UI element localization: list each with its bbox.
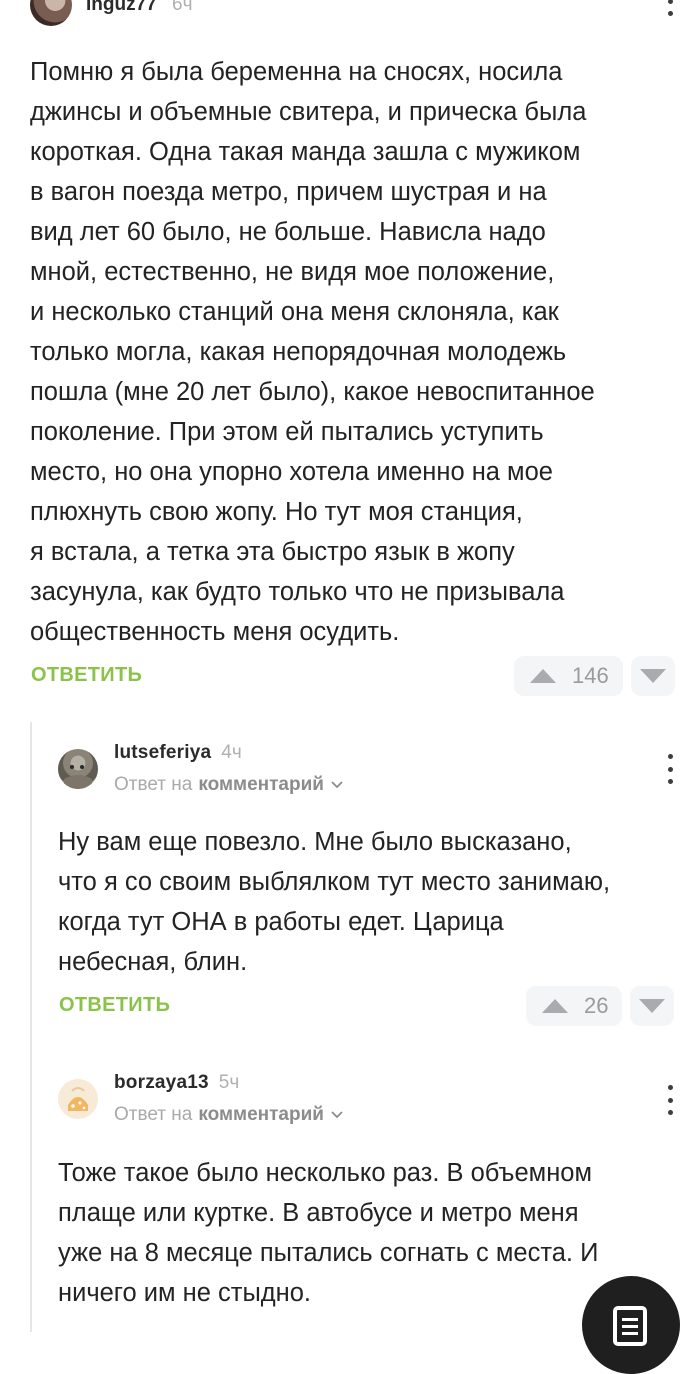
comment-text: Тоже такое было несколько раз. В объемно… [58, 1159, 599, 1307]
username[interactable]: lutseferiya [114, 742, 211, 764]
comment-time: 5ч [218, 1072, 240, 1093]
reply-button[interactable]: ОТВЕТИТЬ [31, 664, 142, 687]
kebab-menu-icon[interactable] [660, 754, 680, 784]
downvote-button[interactable] [630, 656, 675, 696]
kebab-menu-icon[interactable] [660, 0, 680, 16]
vote-controls: 26 [526, 986, 675, 1026]
floating-action-button[interactable] [582, 1276, 680, 1374]
arrow-down-icon [639, 669, 666, 683]
username[interactable]: borzaya13 [114, 1072, 209, 1094]
arrow-up-icon [542, 999, 568, 1013]
comment-text: Ну вам еще повезло. Мне было высказано, … [58, 828, 611, 976]
comment-text: Помню я была беременна на сносях, носила… [30, 58, 595, 646]
avatar[interactable] [30, 0, 72, 26]
reply-to-link[interactable]: Ответ на комментарий [114, 1104, 344, 1126]
thread-line [30, 722, 32, 1332]
arrow-up-icon [530, 669, 556, 683]
kebab-menu-icon[interactable] [660, 1085, 680, 1115]
arrow-down-icon [639, 999, 666, 1013]
reply-to-prefix: Ответ на [114, 1104, 193, 1125]
comment-time: 6ч [172, 0, 193, 15]
reply-to-prefix: Ответ на [114, 774, 193, 795]
avatar[interactable] [58, 1079, 98, 1119]
comment-header: borzaya13 5ч Ответ на комментарий [58, 1072, 344, 1126]
upvote-button[interactable]: 146 [514, 656, 623, 696]
document-icon [613, 1306, 647, 1346]
avatar[interactable] [58, 749, 98, 789]
reply-to-target: комментарий [198, 1104, 324, 1125]
username[interactable]: Inguz77 [86, 0, 157, 16]
reply-to-link[interactable]: Ответ на комментарий [114, 774, 344, 796]
rating-count: 146 [572, 663, 609, 688]
comment-header: lutseferiya 4ч Ответ на комментарий [58, 742, 344, 796]
vote-controls: 146 [514, 656, 675, 696]
downvote-button[interactable] [630, 986, 675, 1026]
rating-count: 26 [584, 993, 609, 1018]
reply-to-target: комментарий [198, 774, 324, 795]
upvote-button[interactable]: 26 [526, 986, 623, 1026]
comment-time: 4ч [221, 742, 242, 763]
chevron-down-icon [331, 1111, 343, 1119]
reply-button[interactable]: ОТВЕТИТЬ [59, 994, 170, 1017]
chevron-down-icon [331, 781, 343, 789]
